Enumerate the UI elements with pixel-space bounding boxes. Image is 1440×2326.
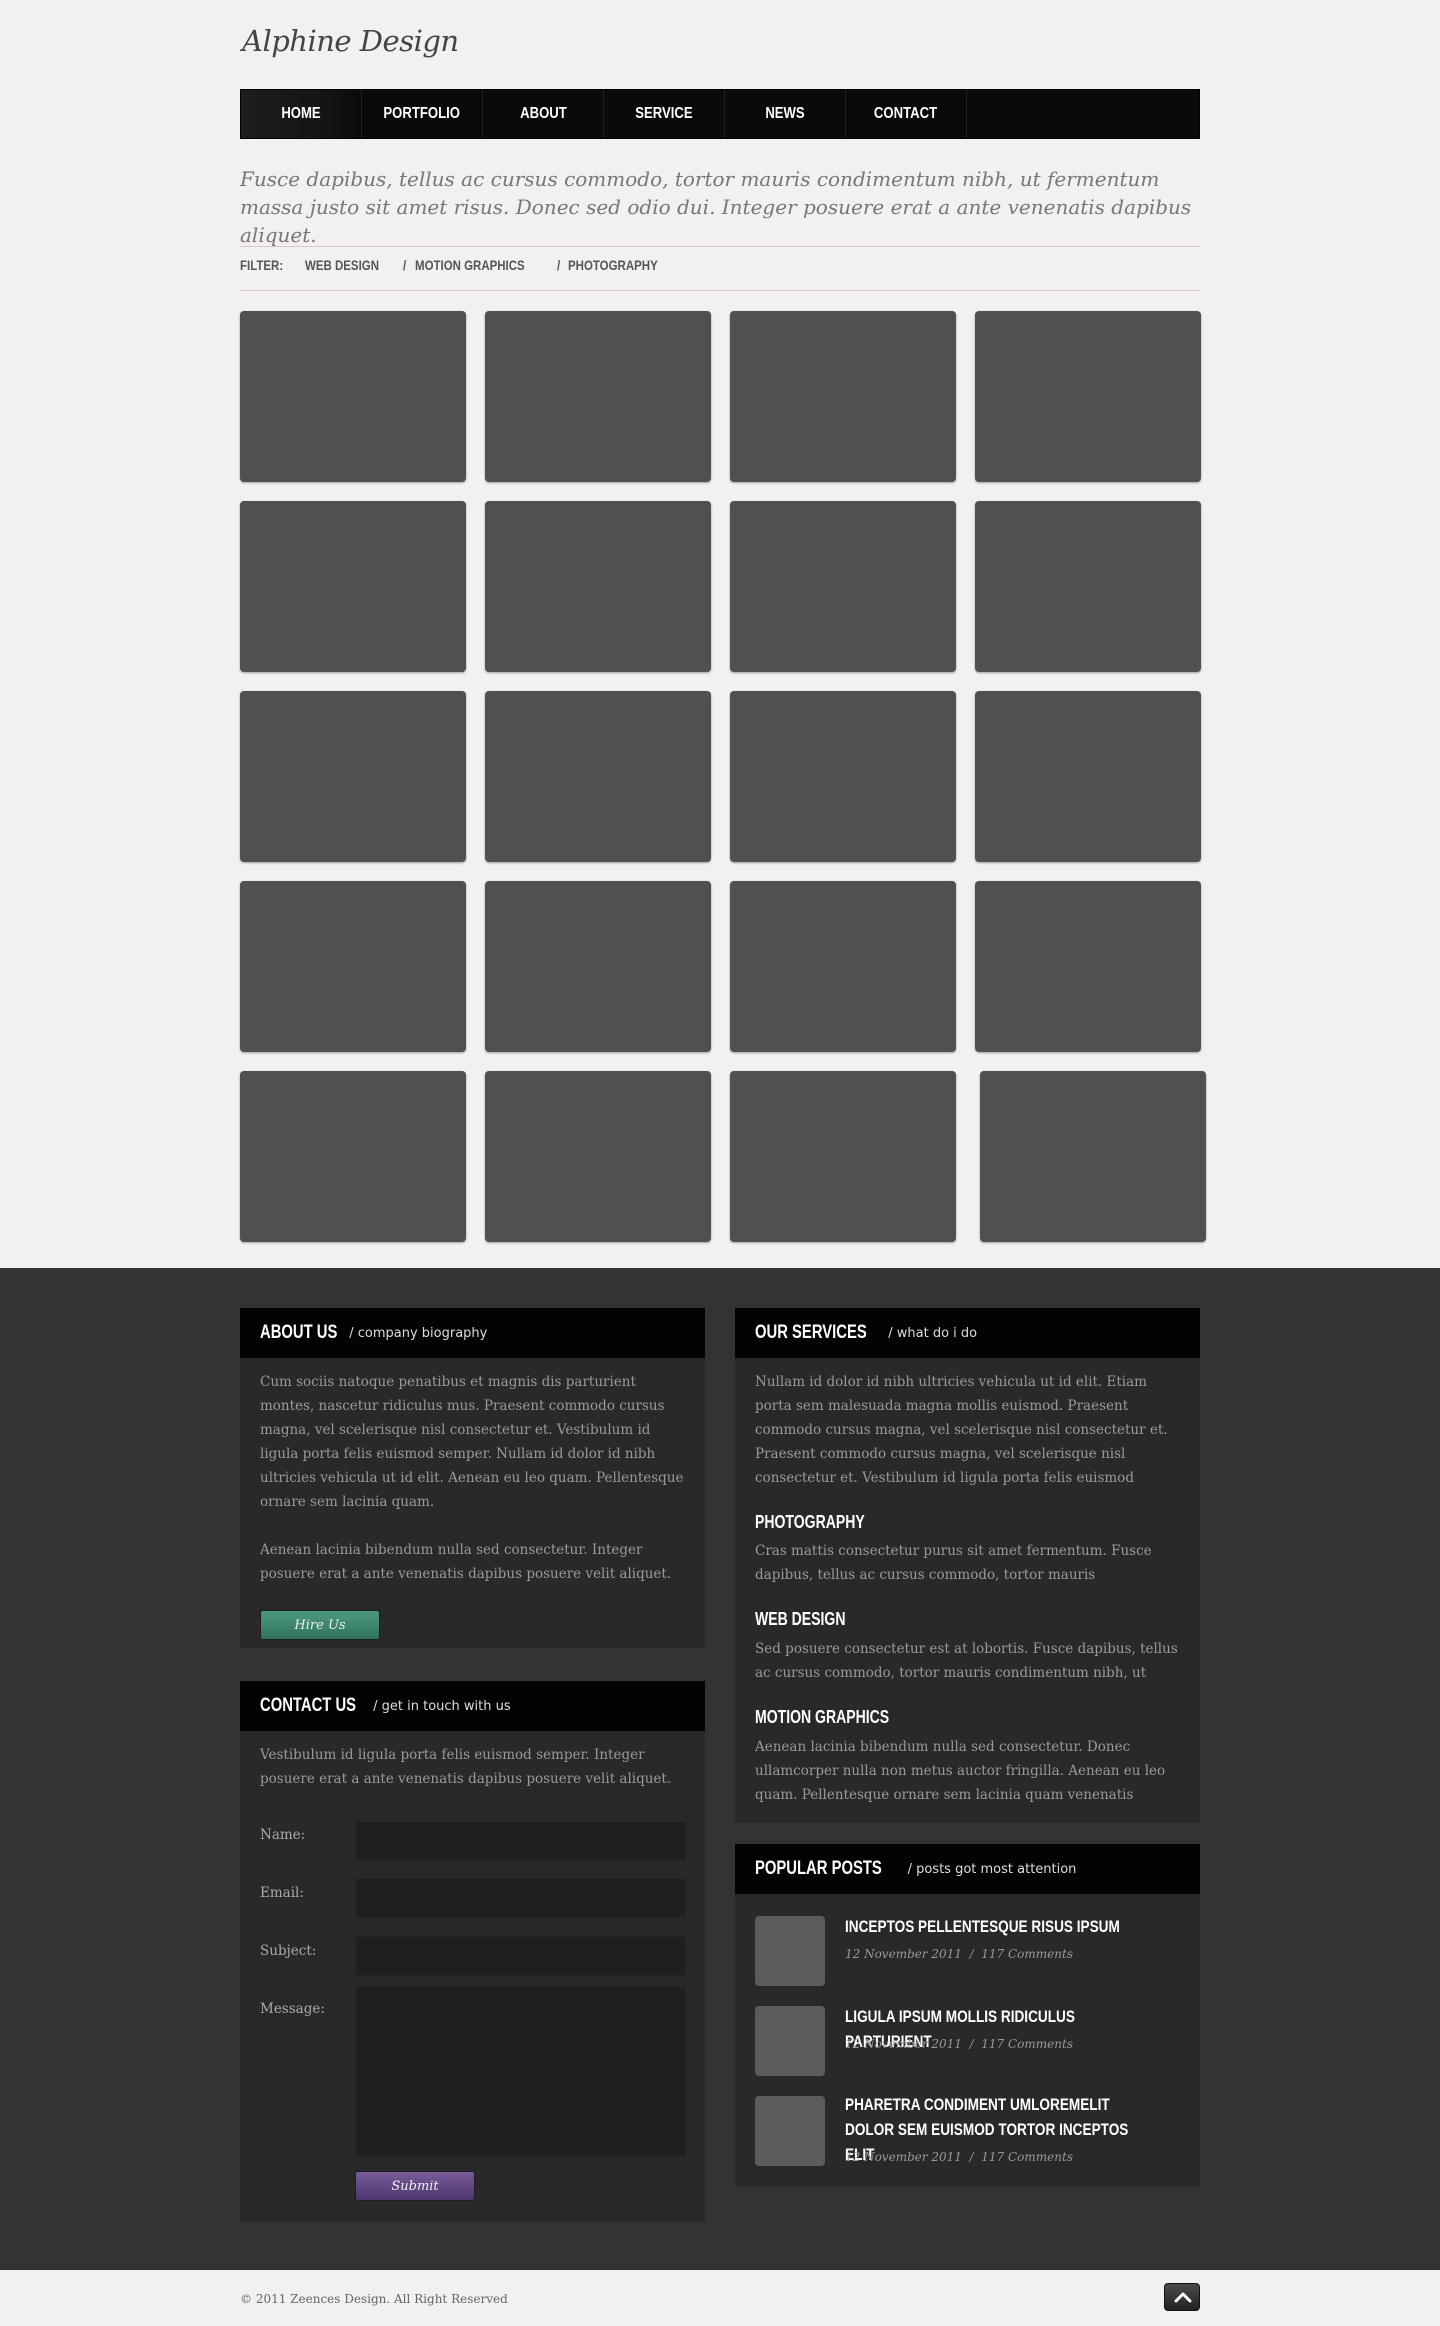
submit-button[interactable]: Submit xyxy=(355,2171,475,2201)
nav-about[interactable]: ABOUT xyxy=(483,90,604,138)
subject-input[interactable] xyxy=(355,1936,686,1976)
portfolio-item[interactable] xyxy=(485,691,711,862)
portfolio-item[interactable] xyxy=(240,311,466,482)
about-text-2: Aenean lacinia bibendum nulla sed consec… xyxy=(260,1542,672,1582)
divider xyxy=(240,246,1200,247)
about-subtitle: / company biography xyxy=(349,1325,488,1341)
service-web-design-text: Sed posuere consectetur est at lobortis.… xyxy=(755,1641,1178,1681)
post-meta: 12 November 2011 / 117 Comments xyxy=(845,2037,1073,2051)
about-text-1: Cum sociis natoque penatibus et magnis d… xyxy=(260,1374,684,1510)
post-date: 12 November 2011 xyxy=(845,2150,962,2164)
post-meta-separator: / xyxy=(969,1947,974,1961)
portfolio-filter: FILTER: WEB DESIGN / MOTION GRAPHICS / P… xyxy=(240,257,678,273)
services-subtitle: / what do i do xyxy=(888,1325,978,1341)
portfolio-item[interactable] xyxy=(975,691,1201,862)
nav-service[interactable]: SERVICE xyxy=(604,90,725,138)
message-label: Message: xyxy=(260,2001,325,2017)
services-panel: OUR SERVICES / what do i do Nullam id do… xyxy=(735,1308,1200,1823)
post-meta: 12 November 2011 / 117 Comments xyxy=(845,2150,1073,2164)
post-date: 12 November 2011 xyxy=(845,1947,962,1961)
nav-portfolio[interactable]: PORTFOLIO xyxy=(362,90,483,138)
filter-separator: / xyxy=(556,257,560,273)
service-motion-graphics-title: MOTION GRAPHICS xyxy=(755,1707,890,1727)
portfolio-item[interactable] xyxy=(485,881,711,1052)
nav-contact[interactable]: CONTACT xyxy=(846,90,967,138)
portfolio-item[interactable] xyxy=(730,501,956,672)
post-comments[interactable]: 117 Comments xyxy=(981,2037,1073,2051)
portfolio-item[interactable] xyxy=(730,881,956,1052)
service-photography-title: PHOTOGRAPHY xyxy=(755,1512,865,1532)
post-comments[interactable]: 117 Comments xyxy=(981,2150,1073,2164)
nav-home[interactable]: HOME xyxy=(241,90,362,138)
intro-text: Fusce dapibus, tellus ac cursus commodo,… xyxy=(240,167,1192,247)
filter-motion-graphics[interactable]: MOTION GRAPHICS xyxy=(415,257,525,273)
post-thumbnail[interactable] xyxy=(755,1916,825,1986)
email-input[interactable] xyxy=(355,1878,686,1918)
about-panel: ABOUT US / company biography Cum sociis … xyxy=(240,1308,705,1648)
footer-area xyxy=(0,1268,1440,2270)
portfolio-item[interactable] xyxy=(730,311,956,482)
portfolio-item[interactable] xyxy=(975,311,1201,482)
post-meta-separator: / xyxy=(969,2037,974,2051)
popular-title: POPULAR POSTS xyxy=(755,1858,882,1879)
site-logo[interactable]: Alphine Design xyxy=(242,24,459,58)
post-title[interactable]: INCEPTOS PELLENTESQUE RISUS IPSUM xyxy=(845,1914,1141,1939)
divider xyxy=(240,290,1200,291)
portfolio-item[interactable] xyxy=(975,501,1201,672)
portfolio-item[interactable] xyxy=(240,1071,466,1242)
main-nav: HOME PORTFOLIO ABOUT SERVICE NEWS CONTAC… xyxy=(240,89,1200,139)
email-label: Email: xyxy=(260,1885,304,1901)
about-title: ABOUT US xyxy=(260,1322,338,1343)
portfolio-item[interactable] xyxy=(730,691,956,862)
filter-separator: / xyxy=(402,257,407,273)
filter-photography[interactable]: PHOTOGRAPHY xyxy=(568,257,658,273)
services-header: OUR SERVICES / what do i do xyxy=(735,1308,1200,1358)
filter-web-design[interactable]: WEB DESIGN xyxy=(305,257,379,273)
popular-subtitle: / posts got most attention xyxy=(907,1861,1077,1877)
portfolio-item[interactable] xyxy=(240,881,466,1052)
post-thumbnail[interactable] xyxy=(755,2096,825,2166)
service-motion-graphics-text: Aenean lacinia bibendum nulla sed consec… xyxy=(755,1739,1166,1803)
hire-us-button[interactable]: Hire Us xyxy=(260,1610,380,1640)
popular-header: POPULAR POSTS / posts got most attention xyxy=(735,1844,1200,1894)
bottom-bar xyxy=(0,2270,1440,2326)
post-date: 12 November 2011 xyxy=(845,2037,962,2051)
service-web-design-title: WEB DESIGN xyxy=(755,1609,846,1629)
services-intro: Nullam id dolor id nibh ultricies vehicu… xyxy=(755,1374,1168,1486)
chevron-up-icon xyxy=(1174,2292,1192,2303)
services-title: OUR SERVICES xyxy=(755,1322,867,1343)
about-header: ABOUT US / company biography xyxy=(240,1308,705,1358)
contact-header: CONTACT US / get in touch with us xyxy=(240,1681,705,1731)
nav-news[interactable]: NEWS xyxy=(725,90,846,138)
post-thumbnail[interactable] xyxy=(755,2006,825,2076)
popular-posts-panel: POPULAR POSTS / posts got most attention… xyxy=(735,1844,1200,2187)
portfolio-item[interactable] xyxy=(485,1071,711,1242)
contact-panel: CONTACT US / get in touch with us Vestib… xyxy=(240,1681,705,2222)
copyright-text: © 2011 Zeences Design. All Right Reserve… xyxy=(240,2292,508,2306)
portfolio-item[interactable] xyxy=(240,501,466,672)
post-comments[interactable]: 117 Comments xyxy=(981,1947,1073,1961)
subject-label: Subject: xyxy=(260,1943,317,1959)
name-input[interactable] xyxy=(355,1821,686,1861)
post-meta: 12 November 2011 / 117 Comments xyxy=(845,1947,1073,1961)
contact-subtitle: / get in touch with us xyxy=(373,1698,511,1714)
contact-title: CONTACT US xyxy=(260,1695,357,1716)
service-photography-text: Cras mattis consectetur purus sit amet f… xyxy=(755,1543,1152,1583)
filter-label: FILTER: xyxy=(240,257,284,273)
portfolio-item[interactable] xyxy=(980,1071,1206,1242)
portfolio-item[interactable] xyxy=(485,501,711,672)
portfolio-item[interactable] xyxy=(240,691,466,862)
message-textarea[interactable] xyxy=(355,1986,686,2157)
name-label: Name: xyxy=(260,1827,306,1843)
back-to-top-button[interactable] xyxy=(1164,2283,1200,2311)
portfolio-item[interactable] xyxy=(485,311,711,482)
post-meta-separator: / xyxy=(969,2150,974,2164)
portfolio-item[interactable] xyxy=(975,881,1201,1052)
contact-text: Vestibulum id ligula porta felis euismod… xyxy=(260,1747,672,1787)
portfolio-item[interactable] xyxy=(730,1071,956,1242)
